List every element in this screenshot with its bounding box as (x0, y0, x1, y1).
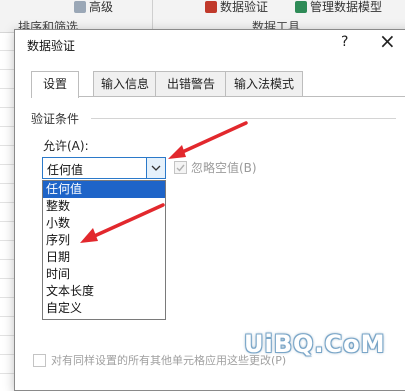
section-divider (91, 118, 396, 119)
manage-data-model-button[interactable]: 管理数据模型 (295, 0, 382, 15)
option-time[interactable]: 时间 (43, 266, 165, 283)
allow-select[interactable]: 任何值 (42, 157, 166, 179)
manage-data-model-label: 管理数据模型 (310, 0, 383, 14)
tab-error-alert[interactable]: 出错警告 (155, 71, 227, 96)
tab-input-message[interactable]: 输入信息 (93, 71, 157, 96)
option-custom[interactable]: 自定义 (43, 300, 165, 317)
dialog-title: 数据验证 (27, 39, 76, 53)
data-model-icon (295, 0, 307, 13)
ignore-blank-label: 忽略空值(B) (191, 161, 257, 175)
option-list[interactable]: 序列 (43, 232, 165, 249)
ribbon-separator (152, 0, 153, 30)
chevron-down-icon[interactable] (146, 158, 165, 178)
advanced-filter-icon (74, 0, 86, 13)
tab-strip: 设置 输入信息 出错警告 输入法模式 (31, 71, 405, 98)
option-decimal[interactable]: 小数 (43, 215, 165, 232)
ignore-blank-checkbox[interactable] (174, 161, 187, 174)
data-validation-icon (205, 0, 217, 13)
help-button[interactable]: ? (341, 34, 348, 50)
data-validation-label: 数据验证 (220, 0, 269, 14)
ignore-blank-option[interactable]: 忽略空值(B) (174, 159, 257, 176)
allow-label: 允许(A): (43, 139, 89, 153)
tab-settings[interactable]: 设置 (31, 71, 79, 98)
option-whole-number[interactable]: 整数 (43, 198, 165, 215)
validation-criteria-label: 验证条件 (31, 112, 80, 126)
option-date[interactable]: 日期 (43, 249, 165, 266)
allow-select-value: 任何值 (47, 163, 84, 177)
tab-ime-mode[interactable]: 输入法模式 (225, 71, 303, 96)
allow-dropdown-list: 任何值 整数 小数 序列 日期 时间 文本长度 自定义 (42, 180, 166, 320)
advanced-filter-button[interactable]: 高级 (74, 0, 113, 15)
advanced-filter-label: 高级 (89, 0, 114, 14)
tab-divider (31, 96, 405, 97)
data-validation-button[interactable]: 数据验证 (205, 0, 268, 15)
watermark-logo: UiBQ.CoM (244, 330, 386, 358)
option-text-length[interactable]: 文本长度 (43, 283, 165, 300)
option-any-value[interactable]: 任何值 (43, 181, 165, 198)
close-button[interactable]: × (379, 31, 396, 51)
apply-to-all-checkbox[interactable] (33, 353, 46, 367)
